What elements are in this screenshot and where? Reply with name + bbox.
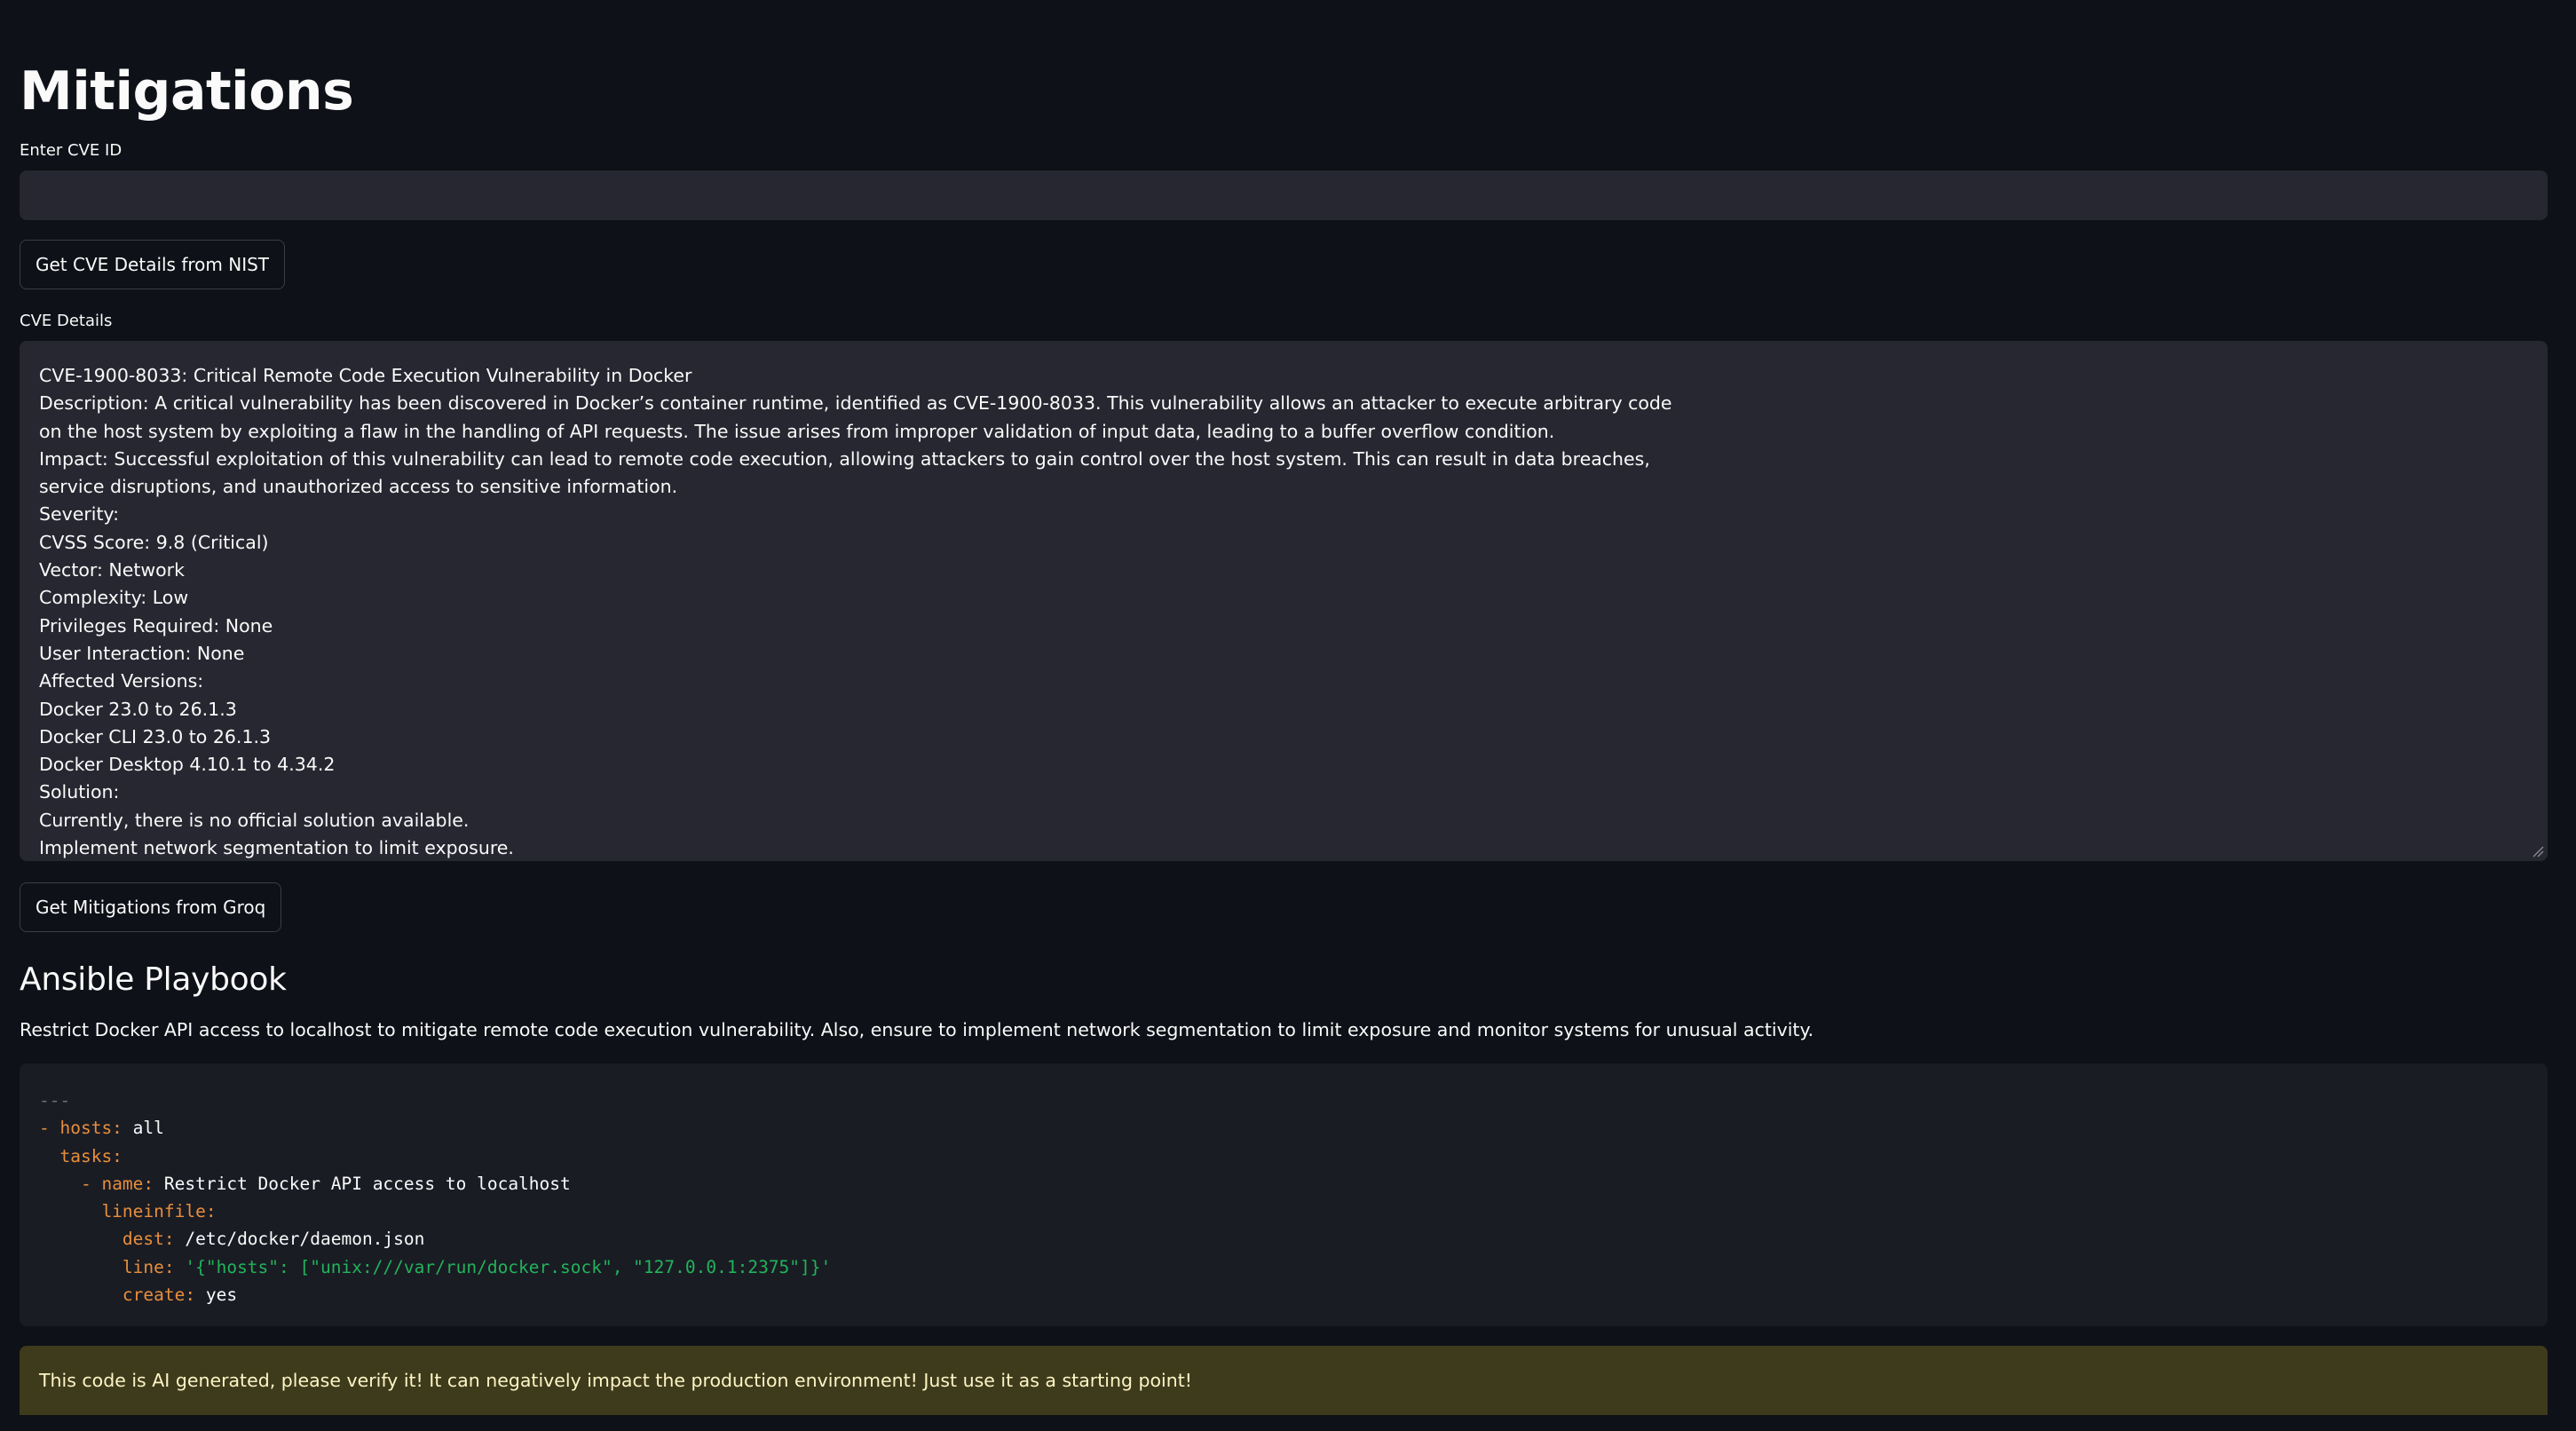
code-token: '{"hosts": ["unix:///var/run/docker.sock…	[174, 1256, 832, 1277]
code-token: -	[39, 1118, 60, 1139]
code-line: ---	[39, 1087, 2528, 1114]
get-mitigations-button[interactable]: Get Mitigations from Groq	[20, 882, 282, 932]
code-token: lineinfile:	[39, 1201, 217, 1222]
cve-details-line: Docker Desktop 4.10.1 to 4.34.2	[39, 754, 336, 776]
cve-details-line: Docker 23.0 to 26.1.3	[39, 698, 237, 720]
playbook-description: Restrict Docker API access to localhost …	[20, 1019, 1814, 1040]
cve-details-line: Complexity: Low	[39, 587, 189, 609]
cve-details-line: Docker CLI 23.0 to 26.1.3	[39, 725, 272, 747]
cve-details-line: Privileges Required: None	[39, 614, 273, 636]
code-line: - name: Restrict Docker API access to lo…	[39, 1170, 2528, 1198]
resize-handle-icon[interactable]	[2532, 845, 2544, 858]
cve-details-line: on the host system by exploiting a flaw …	[39, 420, 1555, 442]
ai-warning-banner: This code is AI generated, please verify…	[20, 1346, 2548, 1415]
code-token: /etc/docker/daemon.json	[174, 1229, 425, 1250]
code-token: line:	[39, 1256, 175, 1277]
code-token: hosts:	[59, 1118, 122, 1139]
code-token: name:	[101, 1173, 154, 1194]
cve-details-line: Impact: Successful exploitation of this …	[39, 447, 1650, 470]
cve-input-label: Enter CVE ID	[20, 141, 122, 160]
playbook-code-block: --- - hosts: all tasks: - name: Restrict …	[20, 1063, 2548, 1326]
code-line: create: yes	[39, 1281, 2528, 1308]
cve-details-line: Solution:	[39, 781, 120, 803]
code-token: Restrict Docker API access to localhost	[154, 1173, 571, 1194]
cve-details-line: Affected Versions:	[39, 670, 204, 692]
code-line: dest: /etc/docker/daemon.json	[39, 1225, 2528, 1253]
code-token: all	[122, 1118, 164, 1139]
code-line: line: '{"hosts": ["unix:///var/run/docke…	[39, 1253, 2528, 1281]
cve-details-label: CVE Details	[20, 312, 113, 330]
cve-details-line: Vector: Network	[39, 559, 185, 581]
cve-id-input[interactable]	[20, 170, 2548, 220]
cve-details-line: Severity:	[39, 503, 120, 526]
get-cve-details-button[interactable]: Get CVE Details from NIST	[20, 240, 286, 289]
cve-details-text: CVE-1900-8033: Critical Remote Code Exec…	[39, 362, 2528, 861]
code-token: dest:	[39, 1229, 175, 1250]
code-line: tasks:	[39, 1142, 2528, 1170]
cve-details-line: CVE-1900-8033: Critical Remote Code Exec…	[39, 365, 692, 386]
code-token: create:	[39, 1285, 196, 1306]
cve-details-textarea[interactable]: CVE-1900-8033: Critical Remote Code Exec…	[20, 341, 2548, 861]
cve-details-line: User Interaction: None	[39, 642, 245, 664]
cve-details-line: CVSS Score: 9.8 (Critical)	[39, 531, 269, 553]
code-token: ---	[39, 1090, 71, 1111]
page-title: Mitigations	[20, 60, 354, 123]
cve-details-line: service disruptions, and unauthorized ac…	[39, 476, 678, 498]
cve-details-line: Description: A critical vulnerability ha…	[39, 392, 1672, 415]
code-token: -	[39, 1173, 102, 1194]
code-line: - hosts: all	[39, 1114, 2528, 1142]
cve-details-line: Currently, there is no official solution…	[39, 809, 470, 831]
code-token: yes	[195, 1285, 238, 1306]
code-token: tasks:	[39, 1145, 122, 1166]
main-content: Mitigations Enter CVE ID Get CVE Details…	[0, 0, 2576, 1431]
cve-details-line: Implement network segmentation to limit …	[39, 837, 514, 859]
playbook-heading: Ansible Playbook	[20, 961, 287, 998]
code-line: lineinfile:	[39, 1198, 2528, 1225]
